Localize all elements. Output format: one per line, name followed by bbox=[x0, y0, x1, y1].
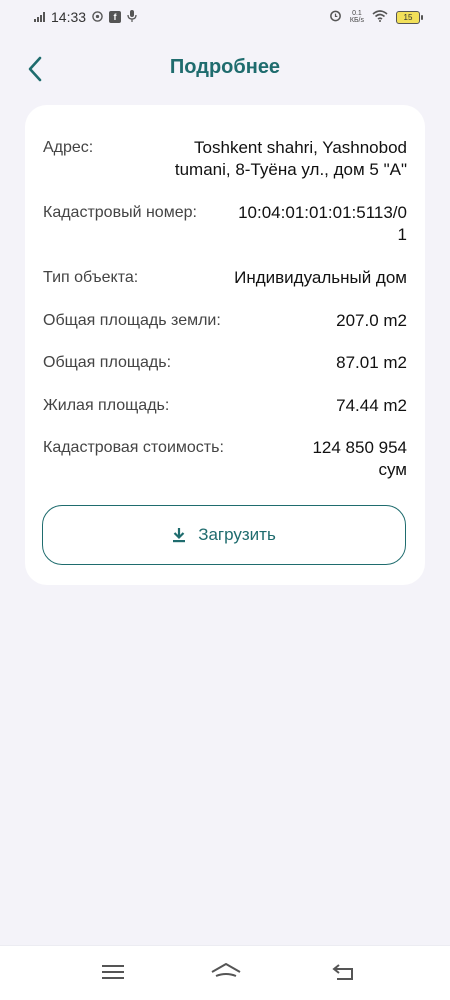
cadastral-number-label: Кадастровый номер: bbox=[43, 204, 197, 221]
object-type-label: Тип объекта: bbox=[43, 269, 139, 286]
battery-icon: 15 bbox=[396, 10, 423, 24]
total-area-value: 87.01 m2 bbox=[336, 353, 407, 372]
home-icon bbox=[211, 963, 241, 977]
menu-icon bbox=[102, 965, 124, 979]
details-card: Адрес: Toshkent shahri, Yashnobod tumani… bbox=[25, 105, 425, 585]
detail-row-land-area: Общая площадь земли: 207.0 m2 bbox=[43, 310, 407, 332]
recent-apps-button[interactable] bbox=[99, 960, 127, 984]
status-bar: 14:33 f 0.1 КБ/s 15 bbox=[0, 0, 450, 34]
cadastral-cost-value: 124 850 954 сум bbox=[312, 438, 407, 479]
detail-row-cadastral-number: Кадастровый номер: 10:04:01:01:01:5113/0… bbox=[43, 202, 407, 246]
alarm-icon bbox=[329, 9, 342, 25]
wifi-icon bbox=[372, 9, 388, 25]
net-speed: 0.1 КБ/s bbox=[350, 10, 364, 24]
living-area-value: 74.44 m2 bbox=[336, 396, 407, 415]
cadastral-number-value: 10:04:01:01:01:5113/01 bbox=[238, 203, 407, 244]
object-type-value: Индивидуальный дом bbox=[234, 268, 407, 287]
total-area-label: Общая площадь: bbox=[43, 354, 172, 371]
detail-row-living-area: Жилая площадь: 74.44 m2 bbox=[43, 395, 407, 417]
page-title: Подробнее bbox=[169, 56, 281, 78]
system-nav-bar bbox=[0, 945, 450, 1000]
status-time: 14:33 bbox=[51, 9, 87, 25]
detail-row-cadastral-cost: Кадастровая стоимость: 124 850 954 сум bbox=[43, 437, 407, 481]
detail-row-total-area: Общая площадь: 87.01 m2 bbox=[43, 352, 407, 374]
cadastral-cost-label: Кадастровая стоимость: bbox=[43, 439, 224, 456]
detail-row-address: Адрес: Toshkent shahri, Yashnobod tumani… bbox=[43, 137, 407, 181]
address-label: Адрес: bbox=[43, 139, 94, 156]
download-button[interactable]: Загрузить bbox=[42, 505, 406, 565]
living-area-label: Жилая площадь: bbox=[43, 397, 170, 414]
land-area-value: 207.0 m2 bbox=[336, 311, 407, 330]
status-bar-left: 14:33 f bbox=[0, 9, 137, 25]
home-button[interactable] bbox=[210, 960, 242, 984]
download-label: Загрузить bbox=[198, 525, 276, 544]
download-icon bbox=[173, 528, 186, 543]
net-speed-unit: КБ/s bbox=[349, 17, 364, 24]
status-bar-right: 0.1 КБ/s 15 bbox=[329, 9, 450, 25]
land-area-label: Общая площадь земли: bbox=[43, 312, 221, 329]
mic-icon bbox=[127, 9, 137, 25]
facebook-icon: f bbox=[109, 11, 122, 23]
system-back-button[interactable] bbox=[329, 960, 357, 984]
detail-row-object-type: Тип объекта: Индивидуальный дом bbox=[43, 267, 407, 289]
signal-icon bbox=[34, 12, 45, 22]
location-icon bbox=[92, 9, 103, 25]
address-value: Toshkent shahri, Yashnobod tumani, 8-Туё… bbox=[174, 138, 407, 179]
net-speed-value: 0.1 bbox=[352, 10, 362, 17]
app-header: Подробнее bbox=[0, 34, 450, 104]
back-arrow-icon bbox=[332, 964, 353, 980]
